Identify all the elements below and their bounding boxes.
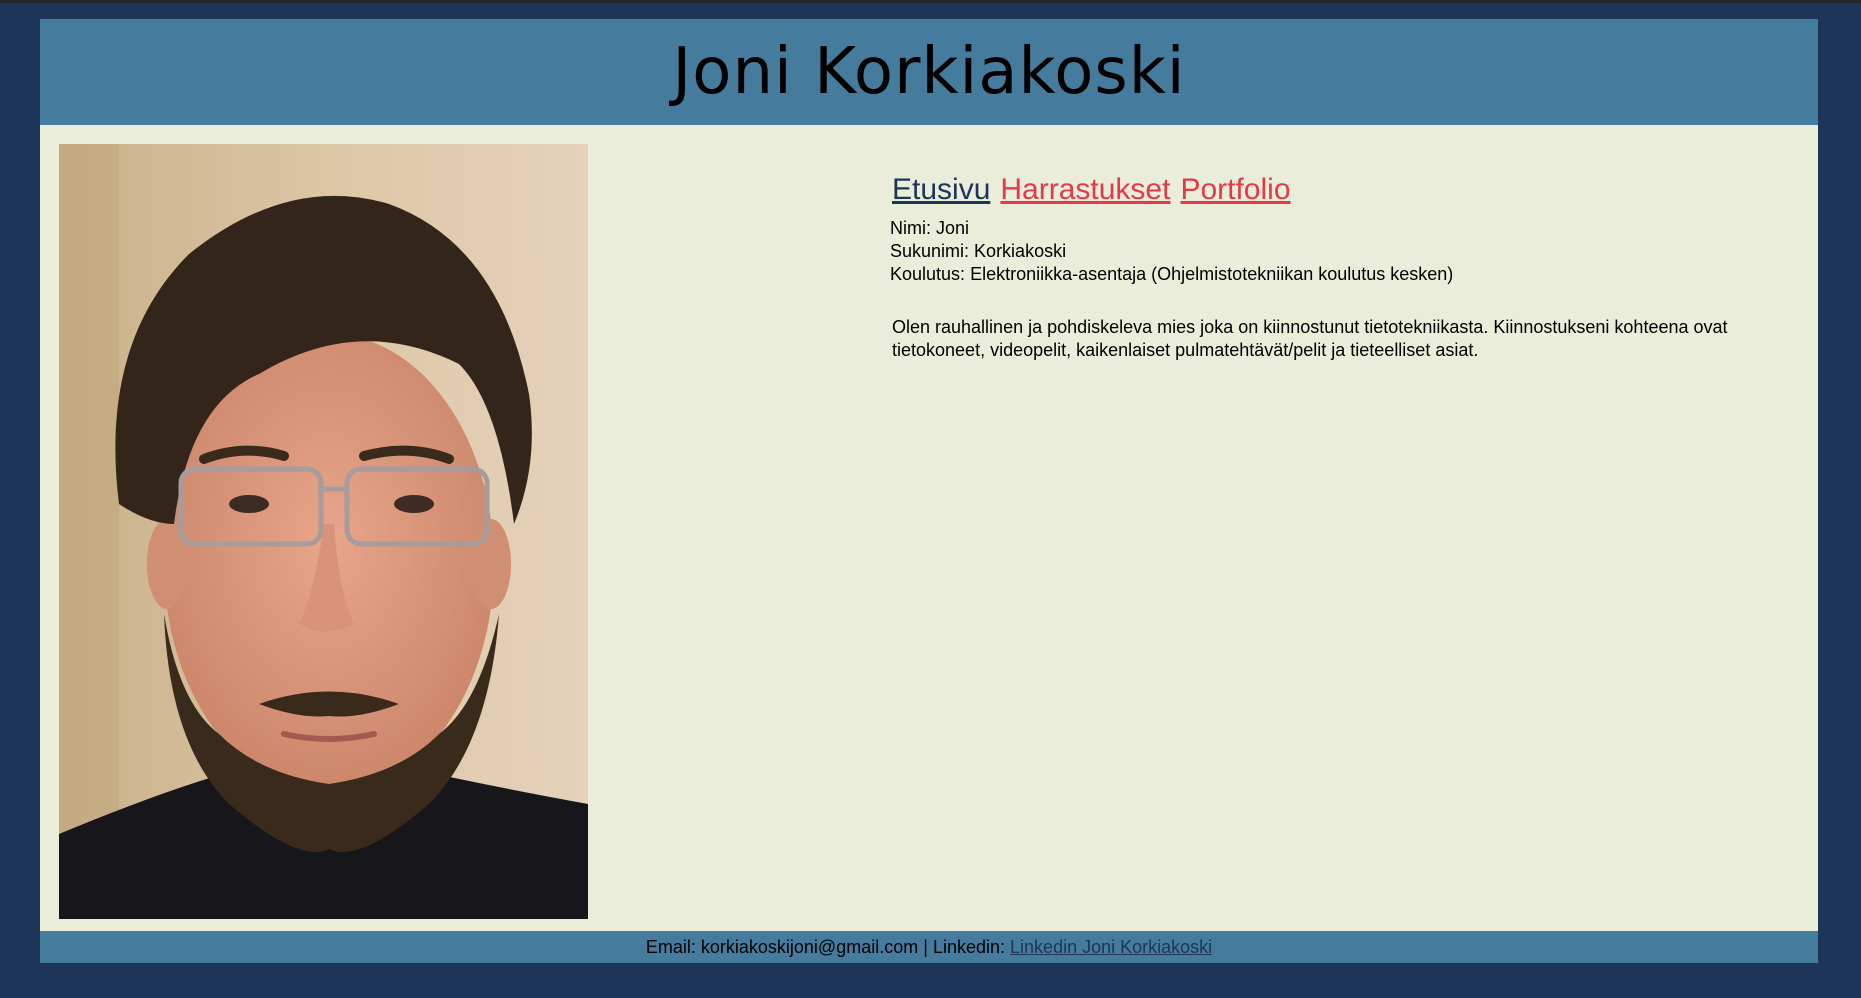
education-label: Koulutus:	[890, 264, 966, 284]
nav-harrastukset-link[interactable]: Harrastukset	[1000, 173, 1170, 206]
linkedin-link[interactable]: Linkedin Joni Korkiakoski	[1010, 937, 1212, 958]
nav-etusivu-link[interactable]: Etusivu	[892, 173, 990, 206]
email-address: korkiakoskijoni@gmail.com	[700, 936, 919, 957]
site-title: Joni Korkiakoski	[672, 35, 1186, 109]
main-content: Etusivu Harrastukset Portfolio Nimi: Joni …	[40, 125, 1818, 931]
email-label: Email:	[645, 936, 696, 957]
footer-separator: |	[923, 936, 928, 957]
surname-row: Sukunimi: Korkiakoski	[890, 240, 1790, 263]
site-header: Joni Korkiakoski	[40, 19, 1818, 125]
profile-info: Etusivu Harrastukset Portfolio Nimi: Joni …	[890, 173, 1790, 380]
education-row: Koulutus: Elektroniikka-asentaja (Ohjelm…	[890, 263, 1790, 286]
name-row: Nimi: Joni	[890, 217, 1790, 240]
linkedin-label: Linkedin:	[932, 936, 1006, 957]
main-nav: Etusivu Harrastukset Portfolio	[892, 173, 1790, 207]
personal-info: Nimi: Joni Sukunimi: Korkiakoski Koulutu…	[890, 217, 1790, 286]
about-text: Olen rauhallinen ja pohdiskeleva mies jo…	[892, 317, 1728, 360]
site-footer: Email: korkiakoskijoni@gmail.com | Linke…	[40, 931, 1818, 963]
nav-portfolio-link[interactable]: Portfolio	[1180, 173, 1290, 206]
name-label: Nimi:	[890, 218, 931, 238]
page-container: Joni Korkiakoski Etusivu Harrastukset Po…	[40, 19, 1818, 963]
surname-label: Sukunimi:	[890, 241, 970, 261]
surname-value: Korkiakoski	[974, 241, 1067, 261]
name-value: Joni	[936, 218, 970, 238]
profile-photo	[59, 144, 588, 919]
education-value: Elektroniikka-asentaja (Ohjelmistoteknii…	[970, 264, 1454, 284]
window-top-border	[0, 0, 1861, 3]
